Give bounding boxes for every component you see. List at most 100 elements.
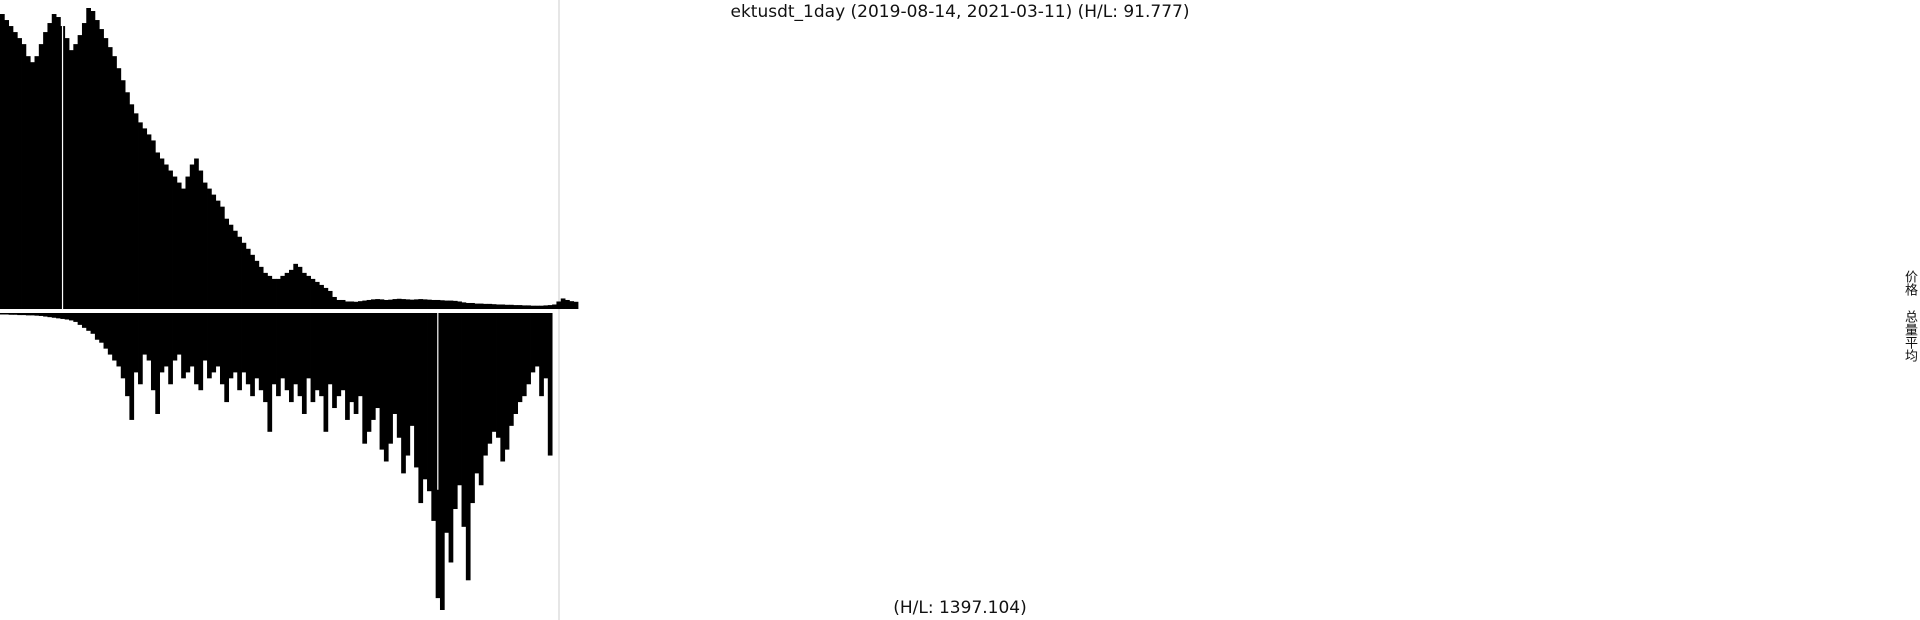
price-bar [504,304,510,309]
price-bar [452,300,458,309]
price-bar [483,303,488,309]
volume-bar [414,313,419,468]
price-bar [336,299,342,309]
price-bar [228,224,234,309]
price-bar [276,278,281,309]
price-bar [232,230,238,309]
volume-bar [379,313,385,450]
volume-bar [172,313,178,361]
volume-bar [258,313,264,391]
price-bar [94,20,100,309]
volume-bar [439,313,445,610]
volume-bar [280,313,286,379]
volume-bar [159,313,165,373]
volume-bar [418,313,424,504]
volume-bar [146,313,152,361]
volume-bar [470,313,475,504]
price-bar [297,266,303,309]
price-bar [211,194,217,309]
volume-bar [215,313,221,367]
volume-bar [228,313,234,379]
price-bar [513,305,519,309]
price-bar [51,14,57,310]
volume-bar [431,313,437,521]
volume-bar [21,313,27,316]
price-bar [185,176,191,309]
price-bar [30,62,35,310]
volume-bar [474,313,480,474]
volume-bar [12,313,18,315]
volume-bar [422,313,428,480]
price-bar [569,301,575,309]
volume-bar [120,313,126,379]
price-bar [73,44,79,310]
volume-bar [526,313,531,385]
volume-bar [90,313,96,334]
volume-highlight-line [437,313,439,490]
price-bar [383,299,389,309]
price-bar [521,305,527,309]
volume-bar [17,313,22,316]
price-bar [176,182,182,309]
volume-bar [539,313,544,397]
volume-bar [25,313,31,316]
price-bar [254,260,260,309]
volume-bar [444,313,449,533]
price-bar [435,299,441,309]
volume-bar [461,313,467,527]
volume-bar [353,313,359,414]
price-bar [465,302,471,309]
volume-bar [176,313,182,355]
volume-bar [207,313,212,379]
volume-bar [543,313,549,379]
volume-bar [284,313,290,391]
price-bar [323,287,329,309]
volume-bar [409,313,415,426]
price-bar [422,299,428,309]
price-bar [431,299,437,309]
volume-bar [465,313,471,581]
price-bar [267,275,273,309]
volume-bar [297,313,303,397]
volume-bar [142,313,148,355]
volume-bar [513,313,519,414]
volume-bar [370,313,376,420]
price-bar [263,272,268,309]
volume-bar [241,313,247,373]
price-bar [500,304,506,309]
price-bar [366,299,372,309]
volume-bar [56,313,61,319]
price-bar [405,299,411,309]
price-bar [12,32,18,309]
volume-bar [448,313,454,563]
volume-bar [181,313,186,379]
volume-bar [34,313,40,316]
volume-bar [64,313,70,320]
price-bar [370,299,376,309]
volume-bar [163,313,169,367]
price-bar [379,299,385,309]
volume-bar [267,313,273,432]
volume-bar [112,313,117,361]
price-bar [530,305,536,309]
price-bar [414,299,419,309]
volume-bar [129,313,135,420]
volume-bar [327,313,333,385]
price-bar [491,304,497,309]
volume-bar [405,313,411,456]
volume-bar [340,313,346,391]
volume-bar [189,313,195,367]
price-bar [319,284,324,309]
price-bar [120,80,126,310]
price-bar [289,269,294,309]
price-bar [461,302,467,309]
volume-bar [362,313,368,444]
price-bar [457,301,462,310]
price-bar [215,200,221,309]
volume-bar [43,313,48,317]
volume-bar [276,313,281,397]
price-bar [99,29,104,309]
price-bar [112,56,117,309]
price-bar [125,92,130,309]
volume-bar [224,313,230,403]
